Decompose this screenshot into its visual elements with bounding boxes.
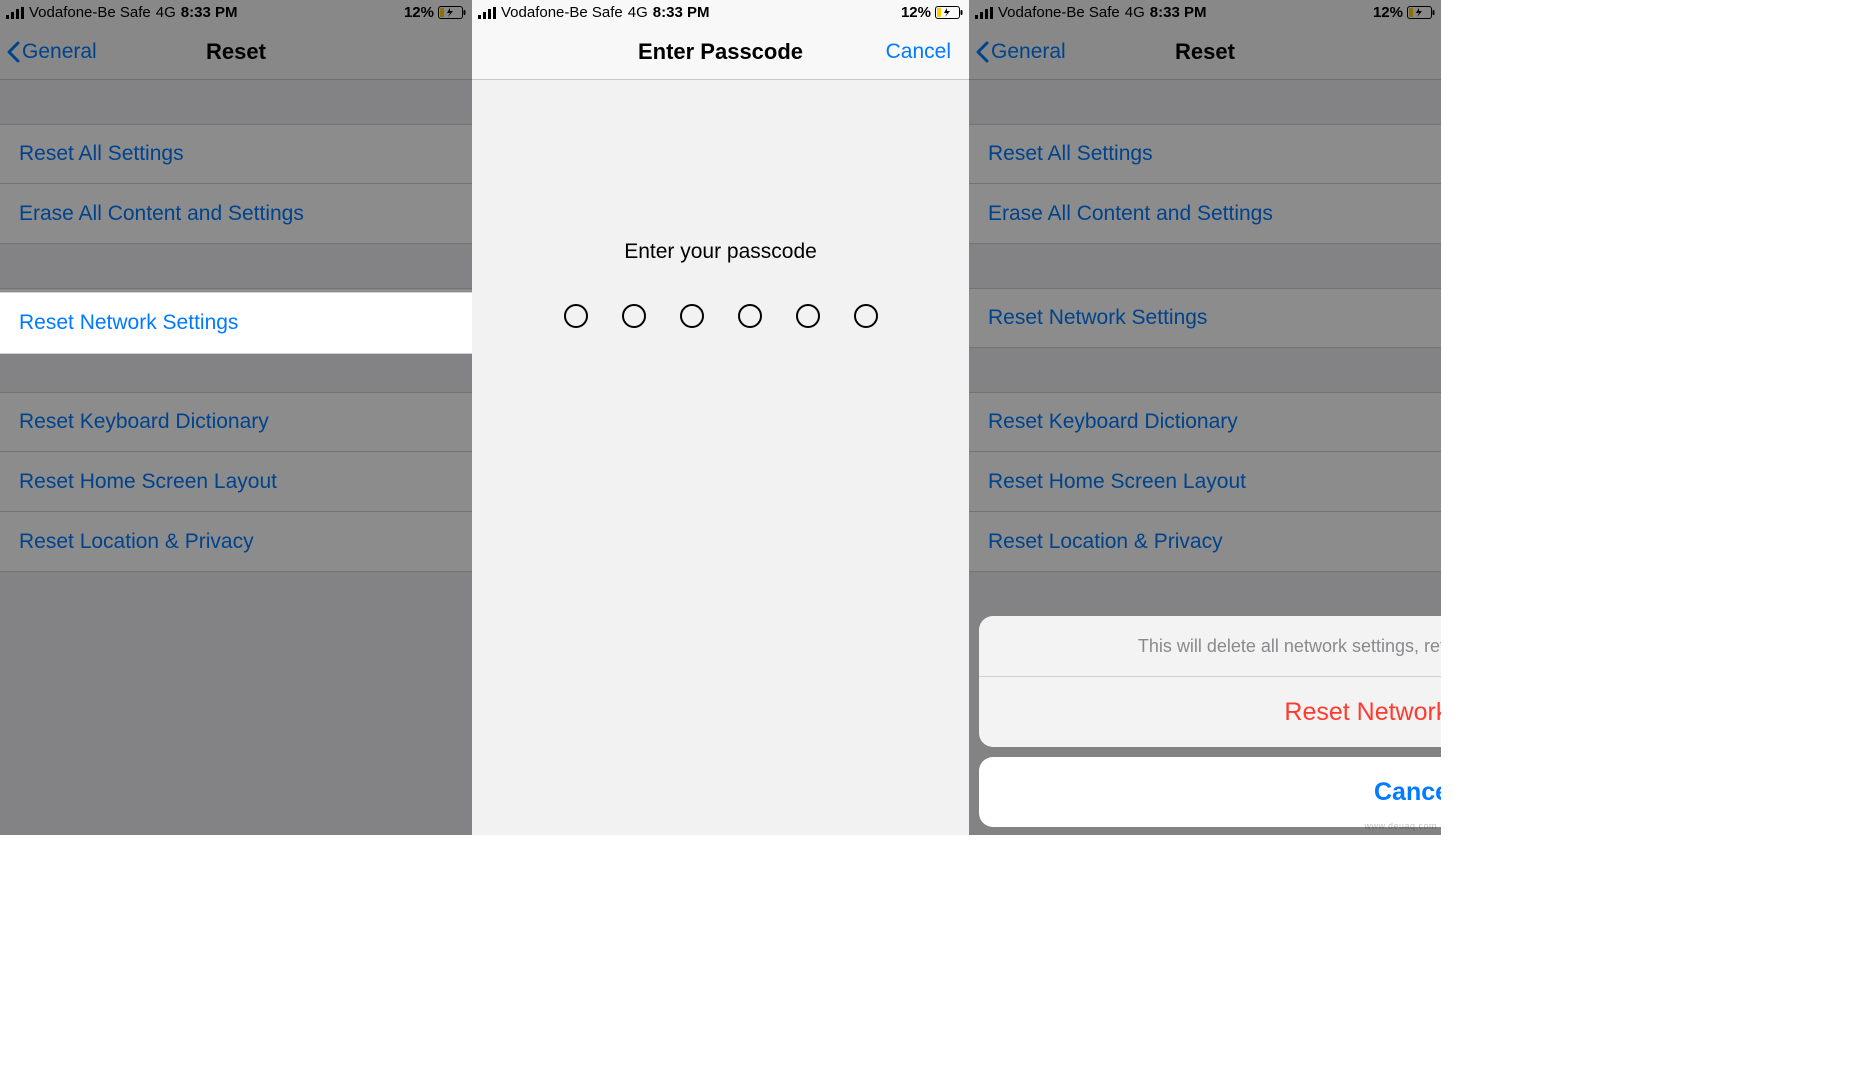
signal-icon bbox=[478, 7, 496, 19]
cell-erase-all-content[interactable]: Erase All Content and Settings bbox=[0, 184, 472, 244]
cell-label: Reset Network Settings bbox=[988, 306, 1207, 330]
nav-cancel-button[interactable]: Cancel bbox=[886, 40, 951, 64]
cell-label: Reset Location & Privacy bbox=[19, 530, 254, 554]
cell-reset-home-screen-layout[interactable]: Reset Home Screen Layout bbox=[0, 452, 472, 512]
battery-icon bbox=[438, 6, 466, 19]
passcode-dot[interactable] bbox=[854, 304, 878, 328]
cell-label: Reset Keyboard Dictionary bbox=[19, 410, 269, 434]
status-time: 8:33 PM bbox=[1150, 4, 1207, 21]
passcode-dot[interactable] bbox=[564, 304, 588, 328]
status-connection: 4G bbox=[628, 4, 648, 21]
cell-label: Reset Home Screen Layout bbox=[988, 470, 1246, 494]
status-carrier: Vodafone-Be Safe bbox=[501, 4, 623, 21]
cell-reset-keyboard-dictionary[interactable]: Reset Keyboard Dictionary bbox=[0, 392, 472, 452]
cell-reset-network-settings[interactable]: Reset Network Settings bbox=[969, 288, 1441, 348]
cell-reset-keyboard-dictionary[interactable]: Reset Keyboard Dictionary bbox=[969, 392, 1441, 452]
chevron-left-icon bbox=[6, 41, 20, 63]
nav-back-button[interactable]: General bbox=[969, 40, 1066, 64]
action-sheet-cancel-button[interactable]: Cancel bbox=[979, 757, 1441, 827]
status-connection: 4G bbox=[156, 4, 176, 21]
cell-reset-all-settings[interactable]: Reset All Settings bbox=[0, 124, 472, 184]
passcode-dot[interactable] bbox=[796, 304, 820, 328]
signal-icon bbox=[6, 7, 24, 19]
passcode-dot[interactable] bbox=[680, 304, 704, 328]
cell-label: Reset All Settings bbox=[988, 142, 1153, 166]
cell-label: Reset Network Settings bbox=[19, 311, 238, 335]
passcode-prompt: Enter your passcode bbox=[624, 240, 817, 264]
status-time: 8:33 PM bbox=[653, 4, 710, 21]
cell-label: Reset Location & Privacy bbox=[988, 530, 1223, 554]
nav-back-label: General bbox=[991, 40, 1066, 64]
cell-reset-location-privacy[interactable]: Reset Location & Privacy bbox=[969, 512, 1441, 572]
cell-reset-all-settings[interactable]: Reset All Settings bbox=[969, 124, 1441, 184]
watermark: www.deuaq.com bbox=[1364, 821, 1437, 831]
status-time: 8:33 PM bbox=[181, 4, 238, 21]
status-bar: Vodafone-Be Safe 4G 8:33 PM 12% bbox=[472, 0, 969, 25]
highlighted-cell-reset-network[interactable]: Reset Network Settings bbox=[0, 292, 472, 354]
nav-bar: General Reset bbox=[969, 25, 1441, 80]
status-battery-pct: 12% bbox=[1373, 4, 1403, 21]
cell-label: Reset Keyboard Dictionary bbox=[988, 410, 1238, 434]
passcode-dot[interactable] bbox=[738, 304, 762, 328]
status-carrier: Vodafone-Be Safe bbox=[998, 4, 1120, 21]
battery-icon bbox=[935, 6, 963, 19]
nav-bar: General Reset bbox=[0, 25, 472, 80]
nav-back-button[interactable]: General bbox=[0, 40, 97, 64]
screen-enter-passcode: Vodafone-Be Safe 4G 8:33 PM 12% Enter Pa… bbox=[472, 0, 969, 835]
signal-icon bbox=[975, 7, 993, 19]
action-sheet-confirm-button[interactable]: Reset Network Settings bbox=[979, 677, 1441, 747]
action-sheet-message: This will delete all network settings, r… bbox=[979, 616, 1441, 677]
battery-icon bbox=[1407, 6, 1435, 19]
nav-bar: Enter Passcode Cancel bbox=[472, 25, 969, 80]
cell-reset-home-screen-layout[interactable]: Reset Home Screen Layout bbox=[969, 452, 1441, 512]
chevron-left-icon bbox=[975, 41, 989, 63]
status-bar: Vodafone-Be Safe 4G 8:33 PM 12% bbox=[0, 0, 472, 25]
screen-reset-confirm-sheet: Vodafone-Be Safe 4G 8:33 PM 12% General … bbox=[969, 0, 1441, 835]
nav-back-label: General bbox=[22, 40, 97, 64]
status-connection: 4G bbox=[1125, 4, 1145, 21]
status-bar: Vodafone-Be Safe 4G 8:33 PM 12% bbox=[969, 0, 1441, 25]
passcode-dot[interactable] bbox=[622, 304, 646, 328]
status-battery-pct: 12% bbox=[901, 4, 931, 21]
screen-reset-list: Vodafone-Be Safe 4G 8:33 PM 12% General … bbox=[0, 0, 472, 835]
passcode-dots bbox=[564, 304, 878, 328]
cell-erase-all-content[interactable]: Erase All Content and Settings bbox=[969, 184, 1441, 244]
cell-label: Erase All Content and Settings bbox=[988, 202, 1273, 226]
cell-label: Erase All Content and Settings bbox=[19, 202, 304, 226]
cell-label: Reset All Settings bbox=[19, 142, 184, 166]
status-carrier: Vodafone-Be Safe bbox=[29, 4, 151, 21]
status-battery-pct: 12% bbox=[404, 4, 434, 21]
action-sheet: This will delete all network settings, r… bbox=[979, 616, 1441, 827]
cell-reset-location-privacy[interactable]: Reset Location & Privacy bbox=[0, 512, 472, 572]
cell-label: Reset Home Screen Layout bbox=[19, 470, 277, 494]
